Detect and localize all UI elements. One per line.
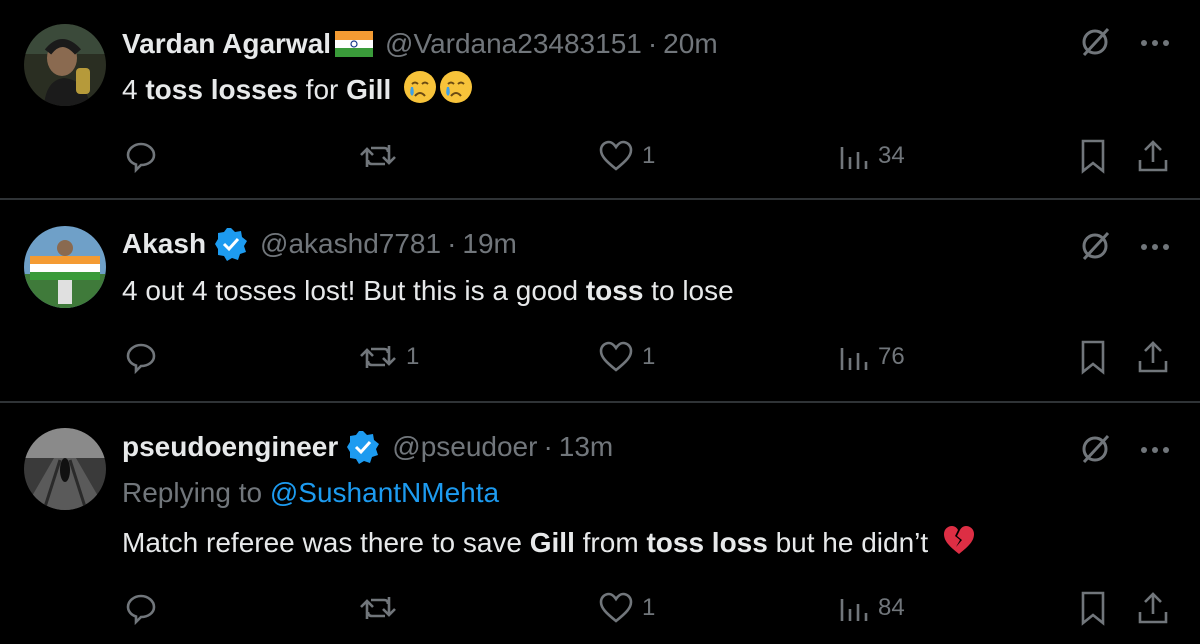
verified-badge-icon	[214, 227, 248, 261]
separator-dot: ·	[543, 431, 553, 462]
verified-badge-icon	[346, 430, 380, 464]
grok-icon[interactable]	[1078, 25, 1112, 64]
text-part-bold: toss	[585, 275, 644, 306]
tweet-text: 4 toss losses for Gill	[122, 70, 473, 110]
india-flag-icon	[335, 31, 374, 57]
action-bar: 1 34	[0, 136, 1200, 176]
text-part: from	[574, 527, 647, 558]
bookmark-button[interactable]	[1078, 136, 1108, 176]
like-count: 1	[642, 142, 656, 169]
text-part: 4 out 4 tosses lost! But this is a good	[122, 275, 586, 306]
text-part: to lose	[643, 275, 734, 306]
retweet-count: 1	[406, 343, 420, 370]
tweet-top-icons	[1078, 24, 1170, 64]
more-options-icon[interactable]	[1140, 35, 1170, 53]
more-options-icon[interactable]	[1140, 442, 1170, 460]
action-bar: 1 84	[0, 588, 1200, 628]
grok-icon[interactable]	[1078, 432, 1112, 471]
separator-dot: ·	[647, 28, 658, 59]
tweet-1[interactable]: Vardan Agarwal @Vardana23483151 · 20m 4 …	[0, 0, 1200, 198]
text-part-bold: Gill	[346, 74, 392, 105]
share-button[interactable]	[1136, 136, 1170, 176]
views-button[interactable]: 76	[838, 337, 905, 377]
text-part-bold: toss loss	[646, 527, 768, 558]
text-part: but he didn’t	[767, 527, 929, 558]
view-count: 34	[878, 142, 905, 169]
share-button[interactable]	[1136, 337, 1170, 377]
crying-face-icon	[439, 70, 473, 104]
replying-to-label: Replying to	[122, 477, 270, 508]
tweet-top-icons	[1078, 431, 1170, 471]
text-part: for	[297, 74, 347, 105]
action-bar: 1 1 76	[0, 337, 1200, 377]
timestamp[interactable]: 20m	[663, 28, 717, 60]
display-name[interactable]: pseudoengineer	[122, 431, 338, 463]
avatar[interactable]	[24, 428, 106, 510]
separator-dot: ·	[447, 228, 457, 259]
replying-to: Replying to @SushantNMehta	[122, 473, 499, 513]
bookmark-button[interactable]	[1078, 337, 1108, 377]
tweet-2[interactable]: Akash @akashd7781 · 19m 4 out 4 tosses l…	[0, 200, 1200, 400]
view-count: 76	[878, 343, 905, 370]
tweet-text: Match referee was there to save Gill fro…	[122, 523, 976, 563]
share-button[interactable]	[1136, 588, 1170, 628]
avatar[interactable]	[24, 24, 106, 106]
user-handle[interactable]: @pseudoer	[392, 431, 537, 463]
crying-face-icon	[403, 70, 437, 104]
user-handle[interactable]: @Vardana23483151	[385, 28, 642, 60]
retweet-button[interactable]	[358, 136, 406, 176]
like-count: 1	[642, 594, 656, 621]
tweet-text: 4 out 4 tosses lost! But this is a good …	[122, 271, 734, 311]
views-button[interactable]: 34	[838, 136, 905, 176]
more-options-icon[interactable]	[1140, 239, 1170, 257]
timestamp[interactable]: 19m	[462, 228, 516, 260]
user-handle[interactable]: @akashd7781	[260, 228, 441, 260]
text-part: 4	[122, 74, 146, 105]
text-part-bold: toss losses	[145, 74, 298, 105]
text-part-bold: Gill	[529, 527, 575, 558]
grok-icon[interactable]	[1078, 229, 1112, 268]
tweet-header: Vardan Agarwal @Vardana23483151 · 20m	[122, 24, 718, 64]
tweet-3[interactable]: pseudoengineer @pseudoer · 13m Replying …	[0, 403, 1200, 644]
tweet-header: Akash @akashd7781 · 19m	[122, 224, 517, 264]
tweet-header: pseudoengineer @pseudoer · 13m	[122, 427, 613, 467]
text-part: Match referee was there to save	[122, 527, 530, 558]
like-button[interactable]: 1	[598, 588, 655, 628]
retweet-button[interactable]: 1	[358, 337, 419, 377]
mention-link[interactable]: @SushantNMehta	[270, 477, 499, 508]
display-name[interactable]: Vardan Agarwal	[122, 28, 331, 60]
display-name[interactable]: Akash	[122, 228, 206, 260]
tweet-top-icons	[1078, 228, 1170, 268]
views-button[interactable]: 84	[838, 588, 905, 628]
reply-button[interactable]	[124, 136, 166, 176]
retweet-button[interactable]	[358, 588, 406, 628]
view-count: 84	[878, 594, 905, 621]
reply-button[interactable]	[124, 337, 166, 377]
reply-button[interactable]	[124, 588, 166, 628]
broken-heart-icon	[942, 523, 976, 557]
timestamp[interactable]: 13m	[559, 431, 613, 463]
like-count: 1	[642, 343, 656, 370]
like-button[interactable]: 1	[598, 337, 655, 377]
avatar[interactable]	[24, 226, 106, 308]
bookmark-button[interactable]	[1078, 588, 1108, 628]
like-button[interactable]: 1	[598, 136, 655, 176]
